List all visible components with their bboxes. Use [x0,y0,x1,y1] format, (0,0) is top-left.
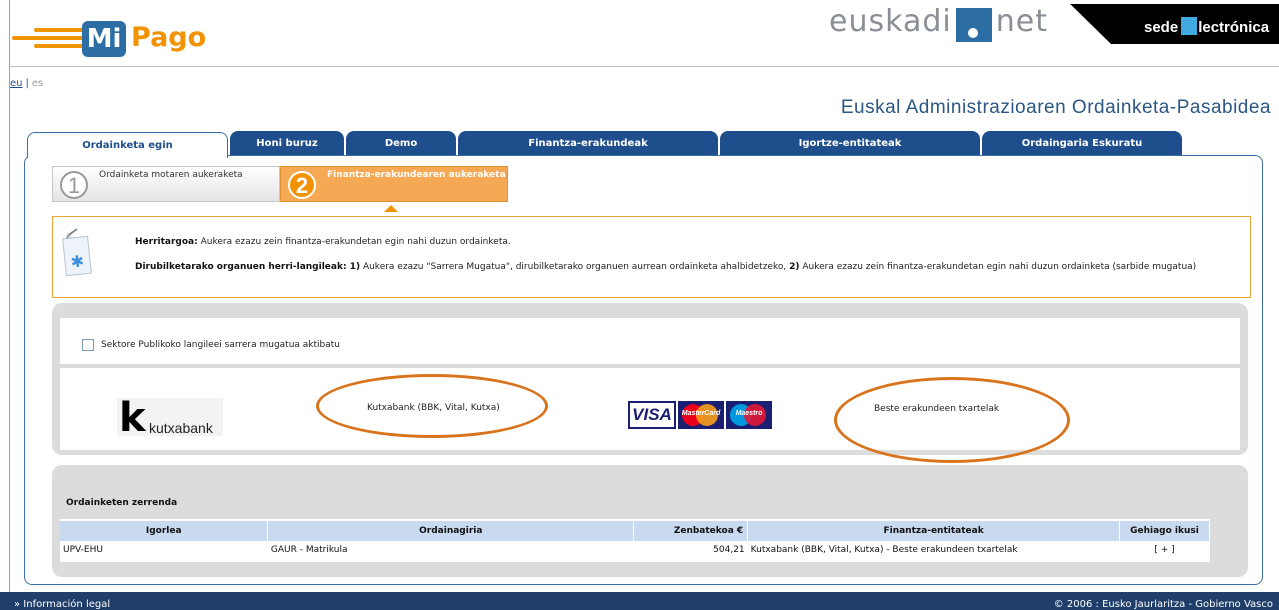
legal-info-link[interactable]: » Información legal [14,592,110,610]
euskadi-logo-left: euskadi [829,4,952,39]
tab-igortze-entitateak[interactable]: Igortze-entitateak [720,131,980,155]
lang-separator: | [25,78,29,89]
info-line2-num1: 1) [346,262,361,272]
cell-zenbatekoa: 504,21 [713,545,745,555]
col-gehiago-ikusi: Gehiago ikusi [1119,521,1211,541]
maestro-text: Maestro [735,410,763,417]
tab-finantza-erakundeak[interactable]: Finantza-erakundeak [458,131,718,155]
page-title: Euskal Administrazioaren Ordainketa-Pasa… [840,97,1271,118]
restricted-access-label[interactable]: Sektore Publikoko langileei sarrera muga… [101,340,340,350]
info-line2-num2: 2) [789,262,800,272]
info-line2-bold: Dirubilketarako organuen herri-langileak… [135,262,347,272]
header-divider [9,66,1279,67]
step-2-label: Finantza-erakundearen aukeraketa [327,170,506,180]
lang-es-link[interactable]: es [32,78,43,89]
table-row: UPV-EHU GAUR - Matrikula 504,21 Kutxaban… [60,541,1210,559]
sede-logo-left: sede [1144,19,1179,36]
col-ordainagiria: Ordainagiria [267,521,635,541]
info-line-officials: Dirubilketarako organuen herri-langileak… [135,262,1240,273]
sede-logo-right: lectrónica [1198,19,1270,36]
cell-ordainagiria: GAUR - Matrikula [270,545,348,555]
mastercard-text: MasterCard [681,410,721,417]
step-1-label: Ordainketa motaren aukeraketa [99,170,243,180]
step-1: 1 Ordainketa motaren aukeraketa [52,166,280,202]
euskadi-net-logo[interactable]: euskadi net [829,4,1048,42]
site-header: Mi Pago euskadi net sede lectrónica [0,0,1279,66]
euskadi-logo-right: net [995,4,1048,39]
col-zenbatekoa: Zenbatekoa € [633,521,749,541]
current-step-arrow-icon [384,205,398,212]
tab-demo[interactable]: Demo [346,131,456,155]
visa-logo: VISA [628,401,676,429]
tab-ordaingaria-eskuratu[interactable]: Ordaingaria Eskuratu [982,131,1182,155]
sede-electronica-logo[interactable]: sede lectrónica [1144,17,1269,36]
cell-entitateak: Kutxabank (BBK, Vital, Kutxa) - Beste er… [750,545,1018,555]
kutxabank-logo[interactable]: k kutxabank [117,396,223,440]
kutxabank-k-icon: k [119,395,146,441]
mipago-logo-pago[interactable]: Pago [131,22,206,53]
payments-table: Igorlea Ordainagiria Zenbatekoa € Finant… [60,521,1211,559]
info-box: 𝓁 Herritargoa: Aukera ezazu zein finantz… [52,216,1251,298]
step-2: 2 Finantza-erakundearen aukeraketa [280,166,508,202]
step-2-number: 2 [288,171,316,199]
payments-list-title: Ordainketen zerrenda [60,487,1210,519]
col-igorlea: Igorlea [60,521,269,541]
mipago-lines-icon [12,28,84,50]
lang-eu-link[interactable]: eu [10,78,23,89]
info-line2-text1: Aukera ezazu "Sarrera Mugatua", dirubilk… [360,262,790,272]
see-more-link[interactable]: [ + ] [1119,541,1209,559]
site-footer: » Información legal © 2006 : Eusko Jaurl… [0,592,1279,610]
col-finantza-entitateak: Finantza-entitateak [747,521,1120,541]
mipago-logo-mi[interactable]: Mi [82,21,126,57]
tab-honi-buruz[interactable]: Honi buruz [230,131,344,155]
language-switcher: eu | es [10,78,43,89]
sede-box-icon [1181,17,1198,35]
info-line2-text2: Aukera ezazu zein finantza-erakundetan e… [799,262,1197,272]
payments-table-header: Igorlea Ordainagiria Zenbatekoa € Finant… [60,521,1211,541]
euskadi-square-icon [955,8,992,42]
kutxabank-logo-text: kutxabank [149,420,213,436]
step-1-number: 1 [60,171,88,199]
highlight-ellipse-other-cards [834,377,1070,463]
info-line1-text: Aukera ezazu zein finantza-erakundetan e… [197,237,511,247]
maestro-logo: Maestro [726,401,772,429]
mastercard-logo: MasterCard [678,401,724,429]
highlight-ellipse-kutxabank [316,374,548,438]
tab-ordainketa-egin[interactable]: Ordainketa egin [27,132,228,158]
restricted-access-checkbox[interactable] [82,339,94,351]
copyright-text: © 2006 : Eusko Jaurlaritza - Gobierno Va… [1053,599,1273,610]
info-line-citizens: Herritargoa: Aukera ezazu zein finantza-… [135,237,1240,248]
cell-igorlea: UPV-EHU [63,545,103,555]
info-line1-bold: Herritargoa: [135,237,198,247]
